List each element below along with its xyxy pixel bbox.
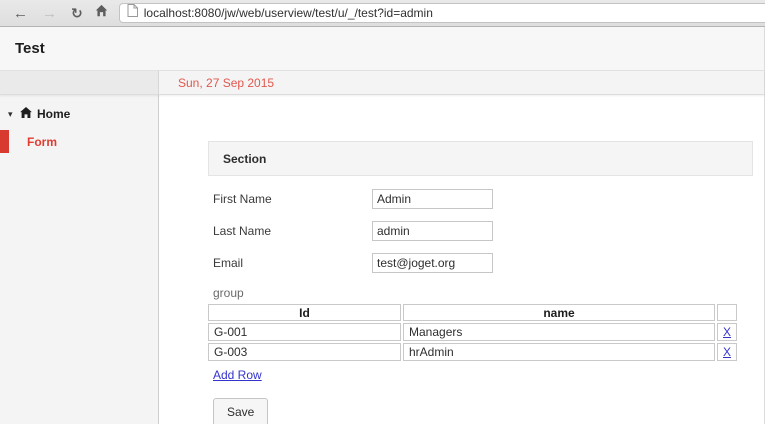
sidebar-item-home[interactable]: ▾ Home [0,101,158,127]
field-row-first-name: First Name [213,189,764,209]
section-title: Section [223,152,266,166]
grid-row: G-003 hrAdmin X [208,343,737,361]
add-row-link[interactable]: Add Row [213,368,262,382]
chevron-down-icon[interactable]: ▾ [8,109,20,120]
browser-toolbar: ← → ↻ localhost:8080/jw/web/userview/tes… [0,0,765,27]
grid-cell-id: G-003 [208,343,401,361]
email-label: Email [213,256,372,270]
first-name-label: First Name [213,192,372,206]
sidebar-home-label[interactable]: Home [37,107,70,121]
browser-home-icon[interactable] [90,4,115,22]
url-text[interactable]: localhost:8080/jw/web/userview/test/u/_/… [144,6,433,20]
email-field[interactable] [372,253,493,273]
grid-cell-id: G-001 [208,323,401,341]
grid-column-delete [717,304,737,321]
main-content: Section First Name Last Name Email group… [159,95,764,424]
page-icon [127,4,138,22]
field-row-email: Email [213,253,764,273]
app-header: Test [0,27,764,71]
refresh-icon[interactable]: ↻ [64,6,90,20]
date-label: Sun, 27 Sep 2015 [178,76,274,90]
sidebar-form-label[interactable]: Form [27,135,57,149]
breadcrumb-sidebar-spacer [0,71,159,94]
page: Test Sun, 27 Sep 2015 ▾ Home Form [0,27,765,424]
breadcrumb: Sun, 27 Sep 2015 [159,71,764,94]
delete-row-link[interactable]: X [723,325,731,339]
grid-cell-name: Managers [403,323,715,341]
sidebar-item-form[interactable]: Form [0,130,158,153]
sidebar: ▾ Home Form [0,95,159,424]
url-bar[interactable]: localhost:8080/jw/web/userview/test/u/_/… [119,3,765,23]
page-title: Test [15,40,45,57]
first-name-field[interactable] [372,189,493,209]
home-icon [20,105,32,123]
grid-column-id: Id [208,304,401,321]
last-name-field[interactable] [372,221,493,241]
save-button[interactable]: Save [213,398,268,424]
grid-cell-name: hrAdmin [403,343,715,361]
grid-header-row: Id name [208,304,737,321]
field-row-last-name: Last Name [213,221,764,241]
group-grid: Id name G-001 Managers X G-003 hrAdmin X [206,302,739,363]
back-icon[interactable]: ← [6,6,35,21]
grid-column-name: name [403,304,715,321]
last-name-label: Last Name [213,224,372,238]
delete-row-link[interactable]: X [723,345,731,359]
forward-icon[interactable]: → [35,6,64,21]
breadcrumb-bar: Sun, 27 Sep 2015 [0,71,764,95]
grid-label: group [213,286,764,300]
active-indicator [0,130,9,153]
form-section-header: Section [208,141,753,176]
grid-row: G-001 Managers X [208,323,737,341]
